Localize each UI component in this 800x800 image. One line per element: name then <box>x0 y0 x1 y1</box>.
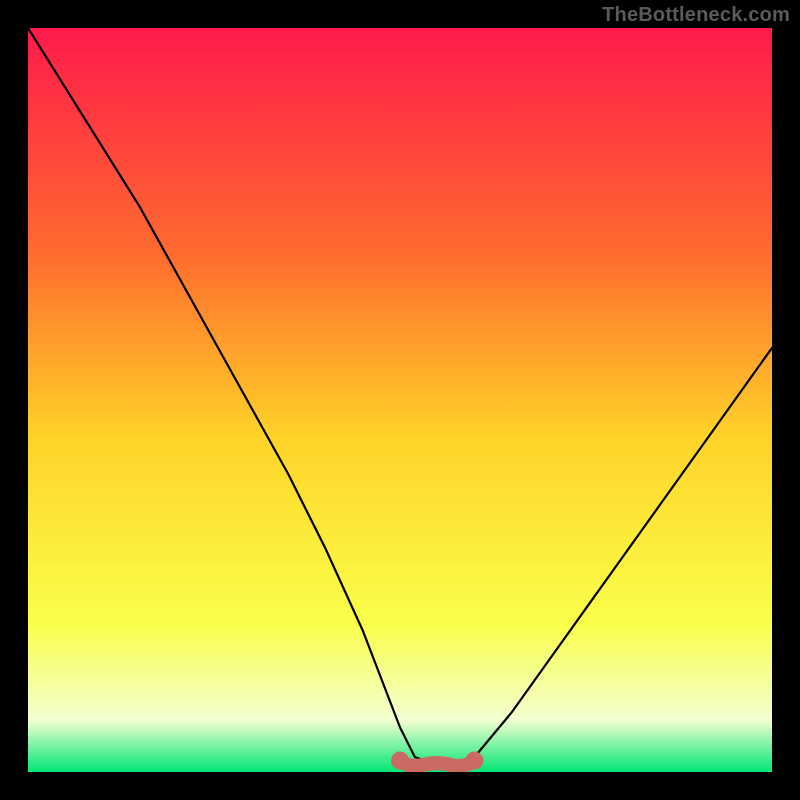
bottleneck-plot <box>28 28 772 772</box>
accent-flat-segment <box>400 761 474 766</box>
accent-endpoint-right <box>465 752 483 770</box>
attribution-text: TheBottleneck.com <box>602 4 790 27</box>
gradient-background <box>28 28 772 772</box>
accent-endpoint-left <box>391 752 409 770</box>
chart-frame: TheBottleneck.com <box>0 0 800 800</box>
